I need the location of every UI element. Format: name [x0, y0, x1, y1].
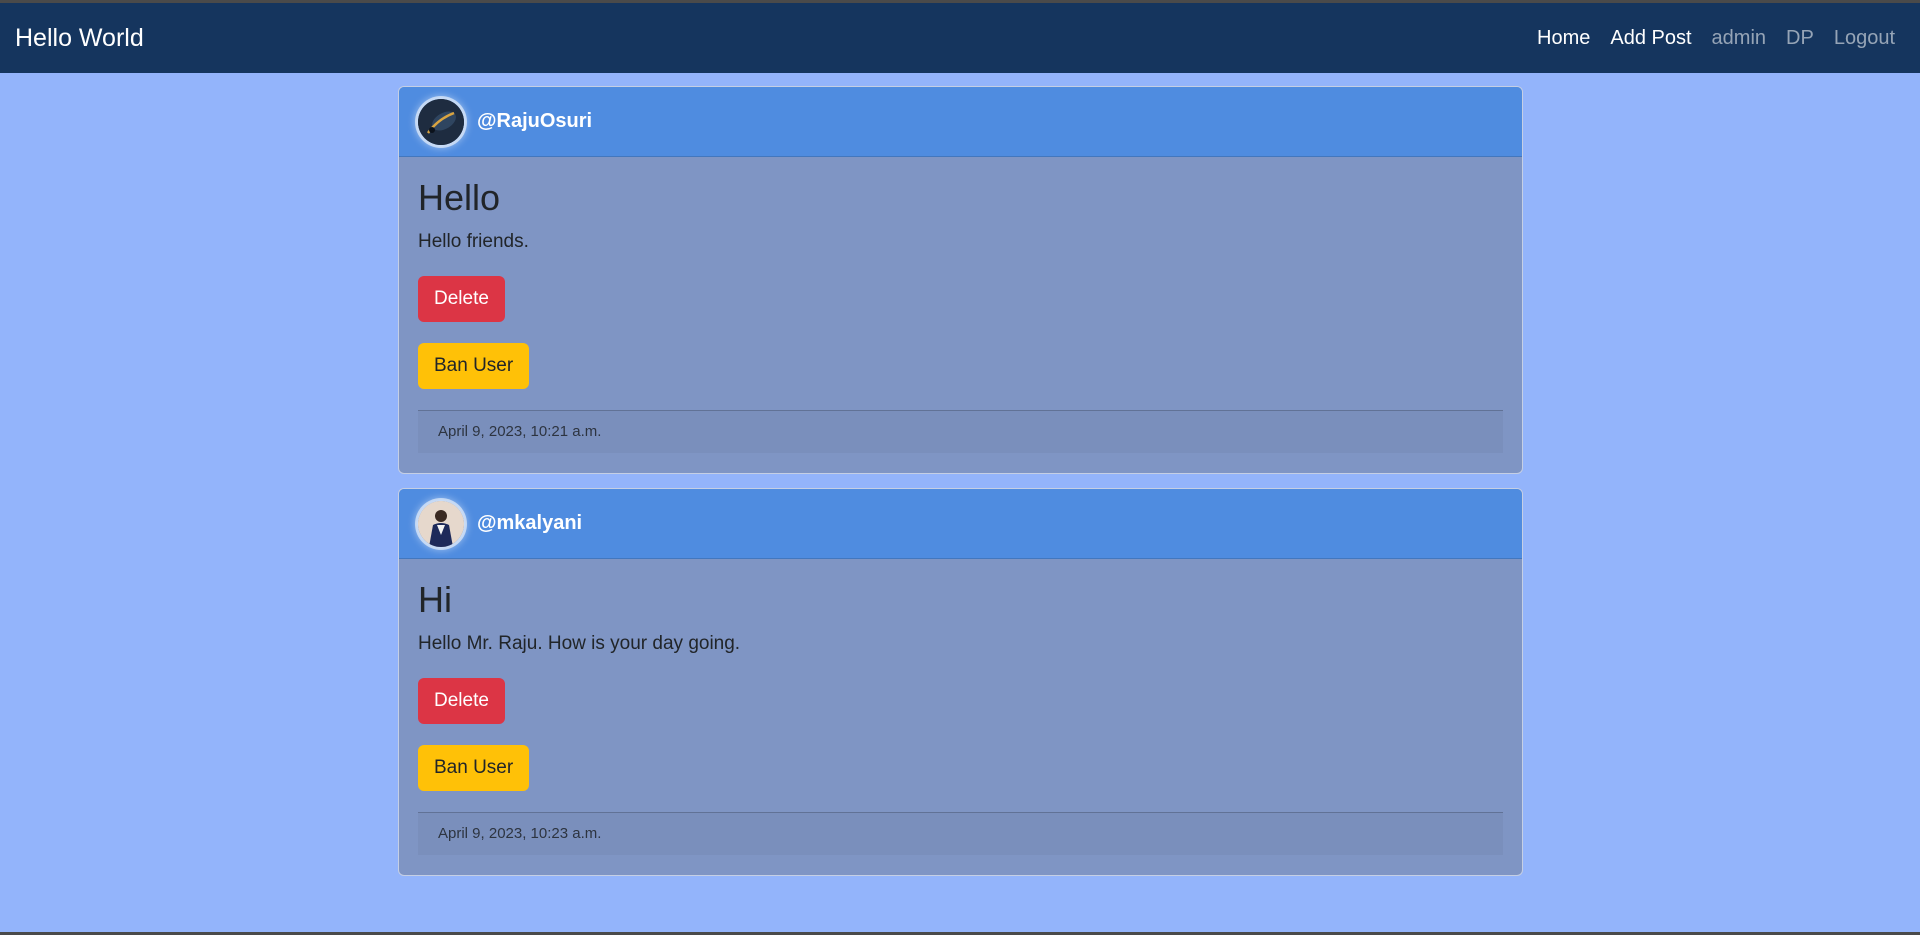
post-title: Hi — [418, 579, 452, 620]
posts-container: @RajuOsuri Hello Hello friends. Delete B… — [398, 86, 1523, 890]
post-timestamp: April 9, 2023, 10:21 a.m. — [418, 410, 1503, 453]
ban-user-button[interactable]: Ban User — [418, 745, 530, 791]
brand-link[interactable]: Hello World — [15, 24, 144, 53]
nav-admin-link[interactable]: admin — [1712, 27, 1766, 50]
nav-logout-link[interactable]: Logout — [1834, 27, 1895, 50]
post-username[interactable]: @mkalyani — [477, 512, 582, 535]
avatar-image — [418, 98, 464, 145]
post-header: @RajuOsuri — [399, 87, 1522, 157]
post-username[interactable]: @RajuOsuri — [477, 110, 592, 133]
post-text: Hello friends. — [418, 231, 529, 252]
delete-row: Delete — [418, 276, 1503, 322]
nav-home-link[interactable]: Home — [1537, 27, 1590, 50]
post-header: @mkalyani — [399, 489, 1522, 559]
delete-row: Delete — [418, 678, 1503, 724]
ban-user-button[interactable]: Ban User — [418, 343, 530, 389]
post-card: @mkalyani Hi Hello Mr. Raju. How is your… — [398, 488, 1523, 876]
nav-dp-link[interactable]: DP — [1786, 27, 1814, 50]
ban-row: Ban User — [418, 343, 1503, 389]
avatar-image — [418, 500, 464, 547]
user-avatar-icon[interactable] — [418, 98, 464, 145]
post-timestamp: April 9, 2023, 10:23 a.m. — [418, 812, 1503, 855]
nav-links: Home Add Post admin DP Logout — [1537, 27, 1905, 50]
user-avatar-icon[interactable] — [418, 500, 464, 547]
nav-add-post-link[interactable]: Add Post — [1610, 27, 1691, 50]
post-body: Hi Hello Mr. Raju. How is your day going… — [399, 559, 1522, 875]
delete-button[interactable]: Delete — [418, 678, 505, 724]
delete-button[interactable]: Delete — [418, 276, 505, 322]
navbar: Hello World Home Add Post admin DP Logou… — [0, 3, 1920, 73]
post-text: Hello Mr. Raju. How is your day going. — [418, 633, 741, 654]
post-card: @RajuOsuri Hello Hello friends. Delete B… — [398, 86, 1523, 474]
ban-row: Ban User — [418, 745, 1503, 791]
post-body: Hello Hello friends. Delete Ban User Apr… — [399, 157, 1522, 473]
post-title: Hello — [418, 177, 501, 218]
